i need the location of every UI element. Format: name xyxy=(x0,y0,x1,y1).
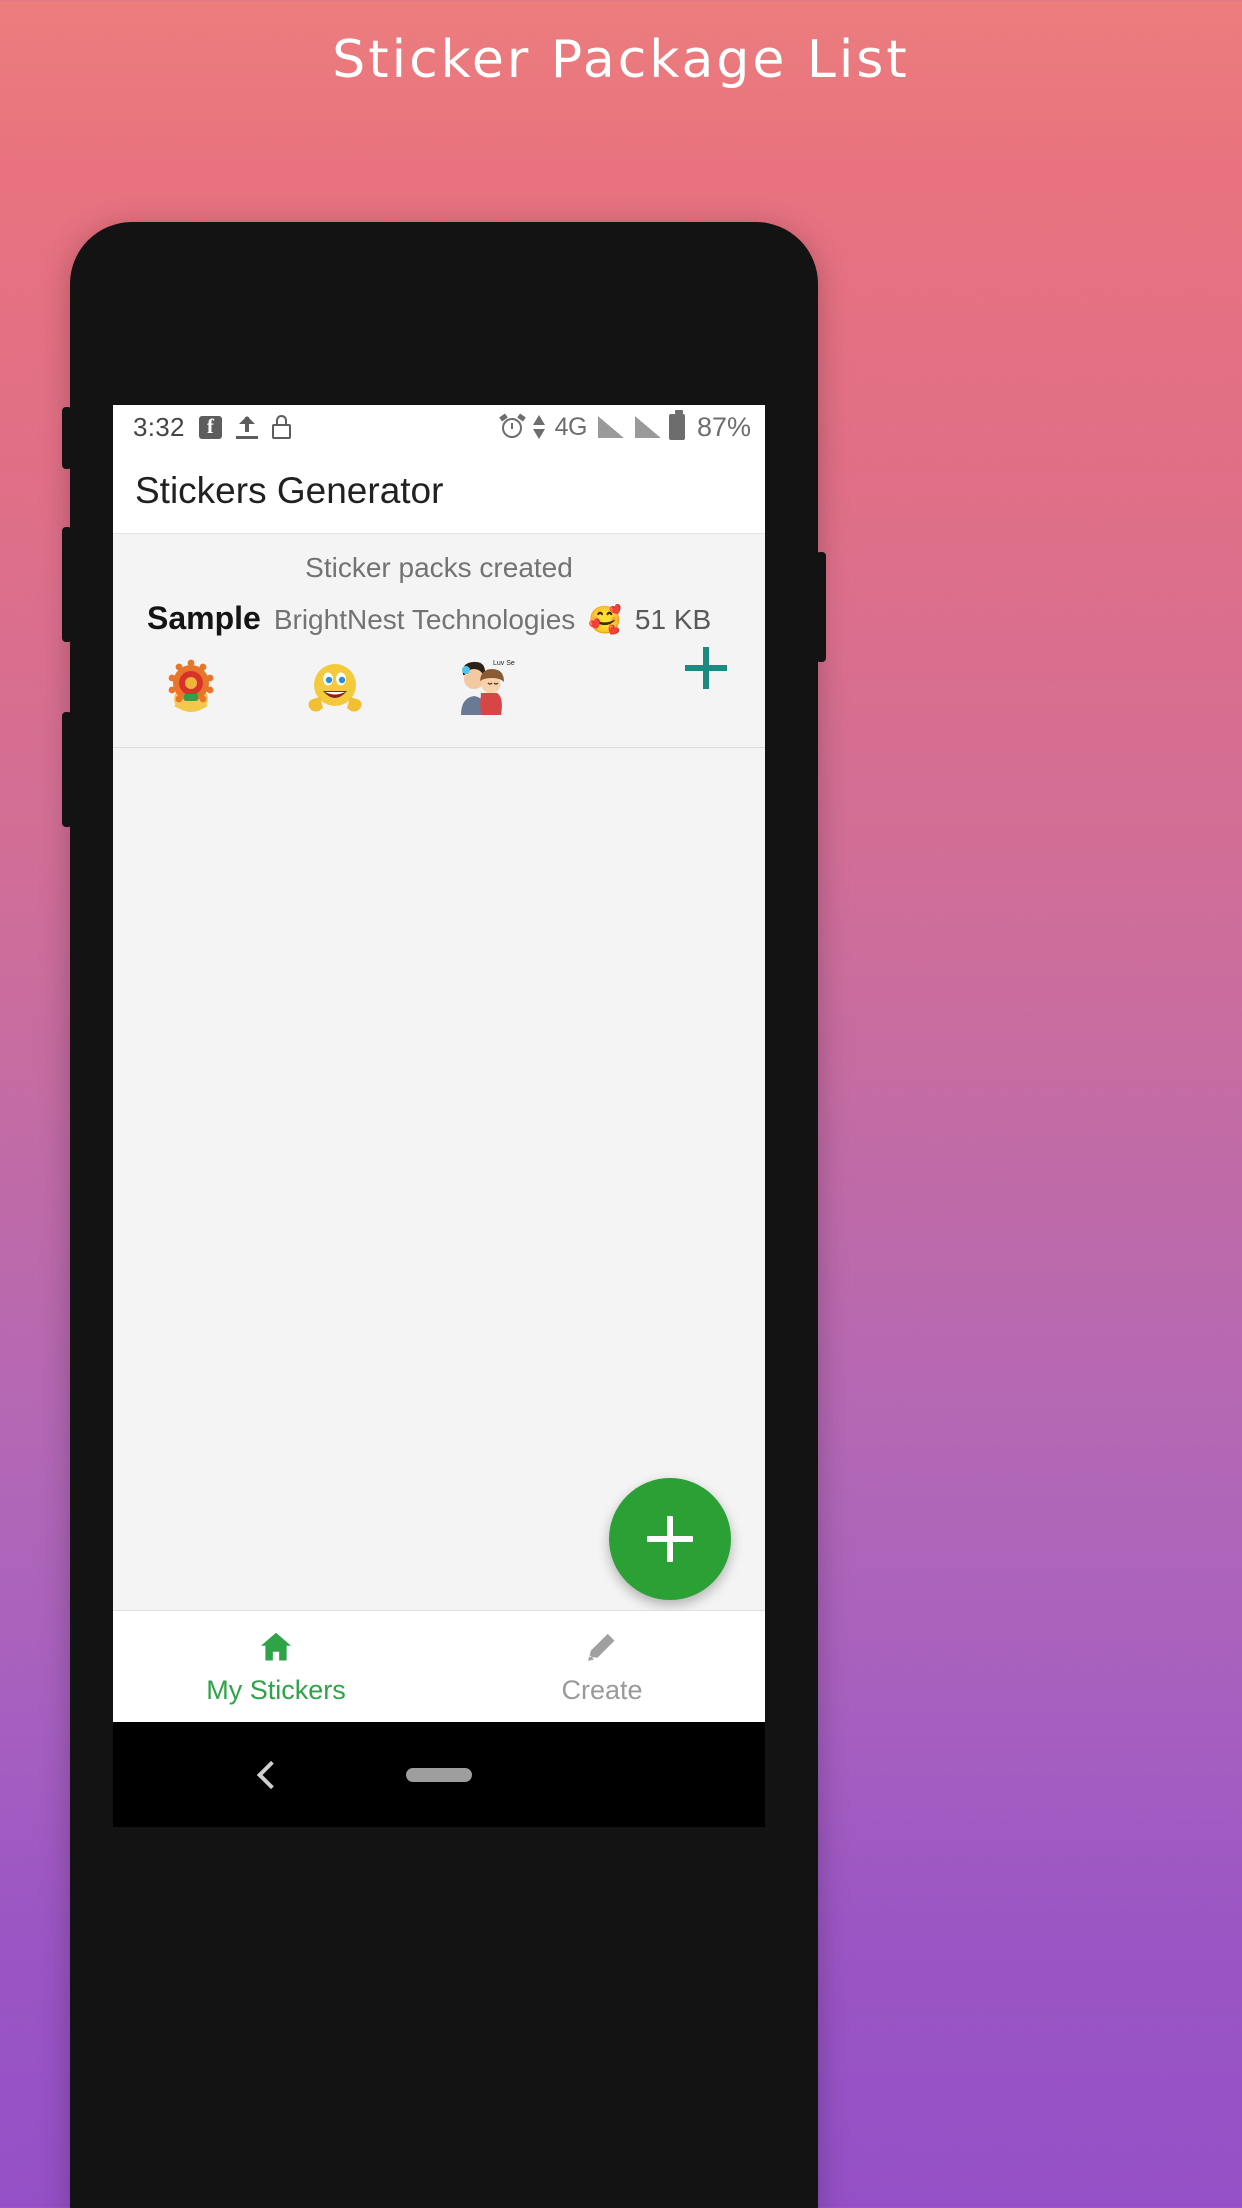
add-sticker-pack-plus-icon[interactable] xyxy=(683,645,729,691)
sticker-thumbnail-ornament-art xyxy=(168,659,214,712)
phone-side-button-power xyxy=(816,552,826,662)
android-navigation-bar xyxy=(113,1722,765,1827)
upload-icon xyxy=(235,415,258,439)
sticker-pack-body: Luv Self xyxy=(133,637,745,733)
network-type-label: 4G xyxy=(554,412,588,441)
phone-side-button-mute xyxy=(62,407,72,469)
svg-text:Luv Self: Luv Self xyxy=(493,660,515,667)
sticker-thumbnail-couple[interactable]: Luv Self xyxy=(443,653,515,725)
nav-item-my-stickers[interactable]: My Stickers xyxy=(113,1611,439,1722)
sticker-pack-meta: Sample BrightNest Technologies 🥰 51 KB xyxy=(133,596,745,637)
data-transfer-icon xyxy=(532,414,546,440)
lock-icon-body xyxy=(271,424,291,439)
bottom-navigation-bar: My Stickers Create xyxy=(113,1610,765,1722)
facebook-icon xyxy=(198,414,222,439)
sticker-thumbnail-ornament[interactable] xyxy=(155,653,227,725)
status-bar-clock: 3:32 xyxy=(133,411,185,442)
app-bar: Stickers Generator xyxy=(113,449,765,534)
status-bar-right: 4G 87% xyxy=(498,410,751,443)
status-bar-left: 3:32 xyxy=(133,412,291,443)
pencil-icon xyxy=(588,1633,615,1661)
home-icon xyxy=(260,1632,292,1660)
sticker-thumbnail-strip: Luv Self xyxy=(155,653,515,725)
sticker-thumbnail-couple-art: Luv Self xyxy=(461,660,515,715)
phone-side-button-volume-down xyxy=(62,712,72,827)
battery-icon xyxy=(668,410,685,440)
upload-icon-bar xyxy=(235,436,258,439)
alarm-clock-icon xyxy=(498,412,526,440)
sticker-pack-emoji: 🥰 xyxy=(588,605,622,635)
sticker-pack-name: Sample xyxy=(147,600,261,636)
home-pill-indicator[interactable] xyxy=(406,1767,472,1782)
section-header-sticker-packs-created: Sticker packs created xyxy=(305,552,573,583)
sticker-thumbnail-smiley-art xyxy=(308,664,362,712)
status-bar: 3:32 4G xyxy=(113,405,765,449)
content-area: Sticker packs created Sample BrightNest … xyxy=(113,534,765,1722)
sticker-thumbnail-smiley-thumbs-up[interactable] xyxy=(299,653,371,725)
signal-bars-sim1-icon xyxy=(597,416,624,438)
nav-label-my-stickers: My Stickers xyxy=(206,1674,346,1705)
nav-item-create[interactable]: Create xyxy=(439,1611,765,1722)
lock-icon xyxy=(271,415,291,439)
sticker-pack-publisher: BrightNest Technologies xyxy=(273,604,576,635)
signal-bars-sim2-icon xyxy=(634,416,661,438)
phone-screen: 3:32 4G xyxy=(113,405,765,1722)
alarm-clock-icon-hand xyxy=(510,422,514,429)
create-sticker-pack-fab[interactable] xyxy=(609,1478,731,1600)
back-chevron-icon[interactable] xyxy=(256,1760,286,1789)
sticker-pack-size: 51 KB xyxy=(634,604,712,635)
phone-mockup-frame: 3:32 4G xyxy=(62,222,826,2208)
app-title: Stickers Generator xyxy=(135,470,444,511)
sticker-pack-card[interactable]: Sample BrightNest Technologies 🥰 51 KB L… xyxy=(113,590,765,748)
page-title: Sticker Package List xyxy=(332,30,910,90)
nav-label-create: Create xyxy=(561,1674,643,1705)
battery-percent-label: 87% xyxy=(696,411,751,442)
phone-side-button-volume-up xyxy=(62,527,72,642)
